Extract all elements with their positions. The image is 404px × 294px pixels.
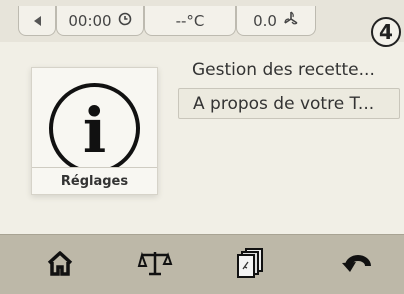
home-icon xyxy=(45,249,75,281)
speed-display[interactable]: 0.0 xyxy=(236,6,316,36)
status-bar: 00:00 --°C 0.0 xyxy=(0,0,404,42)
return-icon xyxy=(340,250,376,280)
thermomix-screen: 00:00 --°C 0.0 4 i Réglages Gestion des … xyxy=(0,0,404,294)
menu-item-about[interactable]: A propos de votre T... xyxy=(178,88,400,119)
scale-icon xyxy=(137,248,173,282)
home-button[interactable] xyxy=(20,235,100,294)
menu-item-recipe-management[interactable]: Gestion des recette... xyxy=(178,54,400,85)
return-button[interactable] xyxy=(318,235,398,294)
recipe-book-icon xyxy=(236,247,266,283)
settings-tile-label: Réglages xyxy=(32,167,157,194)
recipe-book-button[interactable] xyxy=(211,235,291,294)
back-button[interactable] xyxy=(18,6,56,36)
bottom-nav xyxy=(0,234,404,294)
menu-item-label: Gestion des recette... xyxy=(192,59,375,80)
scale-button[interactable] xyxy=(115,235,195,294)
info-icon: i xyxy=(49,83,140,174)
step-badge: 4 xyxy=(371,17,401,47)
menu-item-label: A propos de votre T... xyxy=(193,93,375,114)
clock-icon xyxy=(118,12,132,30)
settings-tile[interactable]: i Réglages xyxy=(31,67,158,195)
time-value: 00:00 xyxy=(68,11,112,30)
back-arrow-icon xyxy=(33,15,41,26)
temperature-display[interactable]: --°C xyxy=(144,6,236,36)
speed-value: 0.0 xyxy=(253,11,277,30)
time-display[interactable]: 00:00 xyxy=(56,6,144,36)
temperature-value: --°C xyxy=(175,11,205,30)
fan-icon xyxy=(283,11,299,31)
